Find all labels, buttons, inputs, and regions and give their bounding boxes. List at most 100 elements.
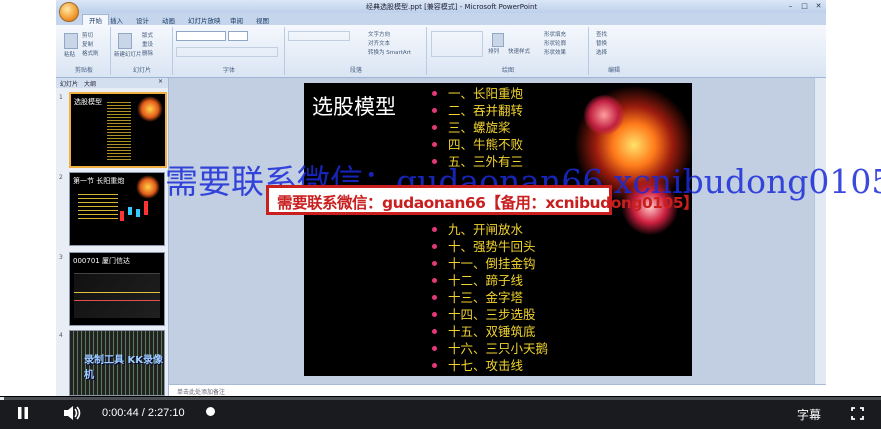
tab-view[interactable]: 视图 bbox=[256, 15, 269, 25]
close-icon[interactable]: ✕ bbox=[812, 1, 825, 11]
slide-thumbnail-4[interactable]: 录制工具 KK录像机 bbox=[69, 330, 165, 396]
new-slide-icon[interactable] bbox=[118, 33, 132, 49]
banner-text: 需要联系微信：gudaonan66【备用：xcnibudong0105】 bbox=[277, 194, 699, 212]
align-text-button[interactable]: 对齐文本 bbox=[368, 39, 390, 47]
notes-placeholder: 单击此处添加备注 bbox=[177, 389, 226, 396]
playback-time: 0:00:44 / 2:27:10 bbox=[102, 407, 185, 419]
fullscreen-icon bbox=[851, 407, 864, 420]
thumbnail-list-preview bbox=[107, 100, 131, 160]
font-group-label: 字体 bbox=[222, 67, 235, 74]
vertical-scrollbar[interactable] bbox=[814, 78, 826, 384]
chart-line bbox=[74, 292, 160, 293]
font-name-select[interactable] bbox=[176, 31, 226, 41]
list-item: 二、吞并翻转 bbox=[432, 102, 548, 119]
tab-design[interactable]: 设计 bbox=[136, 15, 149, 25]
tab-slideshow[interactable]: 幻灯片放映 bbox=[188, 15, 221, 25]
slides-panel: 幻灯片 大纲 × 1 选股模型 2 第一节 长阳重炮 3 000701 厦门信达 bbox=[56, 78, 169, 396]
thumbnail-title: 第一节 长阳重炮 bbox=[73, 177, 125, 185]
maximize-icon[interactable]: □ bbox=[798, 1, 811, 11]
arrange-button[interactable]: 排列 bbox=[488, 47, 499, 55]
thumbnail-title: 选股模型 bbox=[74, 98, 102, 106]
current-slide[interactable]: 选股模型 一、长阳重炮 二、吞并翻转 三、螺旋桨 四、牛熊不败 五、三外有三 九… bbox=[304, 83, 692, 376]
find-button[interactable]: 查找 bbox=[596, 30, 607, 38]
progress-fill bbox=[0, 397, 5, 400]
paste-button[interactable]: 粘贴 bbox=[64, 50, 75, 58]
list-item: 十二、蹄子线 bbox=[432, 272, 548, 289]
drawing-group-label: 绘图 bbox=[501, 67, 514, 74]
copy-button[interactable]: 复制 bbox=[82, 40, 93, 48]
ribbon-tabs: 开始 插入 设计 动画 幻灯片放映 审阅 视图 bbox=[56, 13, 826, 25]
tab-home[interactable]: 开始 bbox=[82, 14, 109, 25]
thumbnail-number: 2 bbox=[59, 174, 63, 181]
quick-styles-button[interactable]: 快速样式 bbox=[508, 47, 530, 55]
layout-button[interactable]: 版式 bbox=[142, 31, 153, 39]
text-direction-button[interactable]: 文字方向 bbox=[368, 30, 390, 38]
smartart-button[interactable]: 转换为 SmartArt bbox=[368, 48, 411, 56]
list-item: 十一、倒挂金钩 bbox=[432, 255, 548, 272]
editing-group: 查找 替换 选择 编辑 bbox=[590, 27, 638, 75]
font-size-select[interactable] bbox=[228, 31, 248, 41]
replace-button[interactable]: 替换 bbox=[596, 39, 607, 47]
paste-icon[interactable] bbox=[64, 33, 78, 49]
slides-group-label: 幻灯片 bbox=[132, 67, 151, 74]
shape-fill-button[interactable]: 形状填充 bbox=[544, 30, 566, 38]
pause-button[interactable] bbox=[17, 405, 29, 424]
volume-icon bbox=[64, 406, 81, 420]
fullscreen-button[interactable] bbox=[851, 405, 864, 424]
slide-title: 选股模型 bbox=[312, 95, 396, 119]
video-letterbox-left bbox=[0, 0, 56, 396]
ribbon: 粘贴 剪切 复制 格式刷 剪贴板 新建幻灯片 版式 重设 删除 幻灯片 字体 文… bbox=[56, 25, 826, 78]
duration: 2:27:10 bbox=[147, 407, 185, 419]
list-item: 十四、三步选股 bbox=[432, 306, 548, 323]
delete-button[interactable]: 删除 bbox=[142, 49, 153, 57]
shape-effects-button[interactable]: 形状效果 bbox=[544, 48, 566, 56]
paragraph-group-label: 段落 bbox=[349, 67, 362, 74]
model-list: 一、长阳重炮 二、吞并翻转 三、螺旋桨 四、牛熊不败 五、三外有三 九、开闸放水… bbox=[432, 85, 548, 374]
panel-tab-outline[interactable]: 大纲 bbox=[84, 79, 96, 88]
list-item: 四、牛熊不败 bbox=[432, 136, 548, 153]
tab-review[interactable]: 审阅 bbox=[230, 15, 243, 25]
tab-insert[interactable]: 插入 bbox=[110, 15, 123, 25]
panel-tabs: 幻灯片 大纲 × bbox=[56, 78, 168, 88]
reset-button[interactable]: 重设 bbox=[142, 40, 153, 48]
cut-button[interactable]: 剪切 bbox=[82, 31, 93, 39]
notes-pane[interactable]: 单击此处添加备注 bbox=[169, 384, 826, 396]
slide-thumbnail-1[interactable]: 选股模型 bbox=[69, 92, 167, 168]
panel-tab-slides[interactable]: 幻灯片 bbox=[60, 79, 78, 88]
office-button[interactable] bbox=[59, 2, 79, 22]
list-item: 一、长阳重炮 bbox=[432, 85, 548, 102]
tab-animation[interactable]: 动画 bbox=[162, 15, 175, 25]
shape-outline-button[interactable]: 形状轮廓 bbox=[544, 39, 566, 47]
subtitles-button[interactable]: 字幕 bbox=[797, 406, 821, 423]
thumbnail-text-preview bbox=[78, 191, 118, 221]
clipboard-group-label: 剪贴板 bbox=[74, 67, 93, 74]
slide-thumbnail-3[interactable]: 000701 厦门信达 bbox=[69, 252, 165, 326]
list-buttons[interactable] bbox=[288, 31, 350, 41]
candle-mark bbox=[136, 209, 140, 217]
list-item: 十七、攻击线 bbox=[432, 357, 548, 374]
thumbnail-title: 000701 厦门信达 bbox=[73, 257, 130, 265]
list-item: 十五、双锤筑底 bbox=[432, 323, 548, 340]
volume-button[interactable] bbox=[63, 405, 81, 425]
scrub-handle[interactable] bbox=[206, 407, 215, 416]
arrange-icon[interactable] bbox=[492, 33, 504, 47]
thumbnail-title: 录制工具 KK录像机 bbox=[84, 355, 163, 381]
minimize-icon[interactable]: – bbox=[784, 1, 797, 11]
font-format-buttons[interactable] bbox=[176, 47, 278, 57]
progress-bar[interactable] bbox=[0, 397, 881, 400]
panel-close-icon[interactable]: × bbox=[158, 78, 163, 85]
clipboard-group: 粘贴 剪切 复制 格式刷 剪贴板 bbox=[58, 27, 111, 75]
time-separator: / bbox=[141, 407, 145, 419]
select-button[interactable]: 选择 bbox=[596, 48, 607, 56]
firework-image bbox=[136, 175, 160, 199]
shapes-gallery[interactable] bbox=[431, 31, 483, 57]
slide-thumbnail-2[interactable]: 第一节 长阳重炮 bbox=[69, 172, 165, 246]
editing-group-label: 编辑 bbox=[607, 67, 620, 74]
format-painter-button[interactable]: 格式刷 bbox=[82, 49, 99, 57]
chart-line bbox=[74, 300, 160, 301]
title-bar: 经典选股模型.ppt [兼容模式] - Microsoft PowerPoint… bbox=[56, 0, 826, 13]
video-player-controls: 0:00:44 / 2:27:10 字幕 bbox=[0, 397, 881, 429]
new-slide-button[interactable]: 新建幻灯片 bbox=[114, 50, 142, 58]
thumbnail-number: 1 bbox=[59, 94, 63, 101]
pause-icon bbox=[18, 407, 28, 419]
